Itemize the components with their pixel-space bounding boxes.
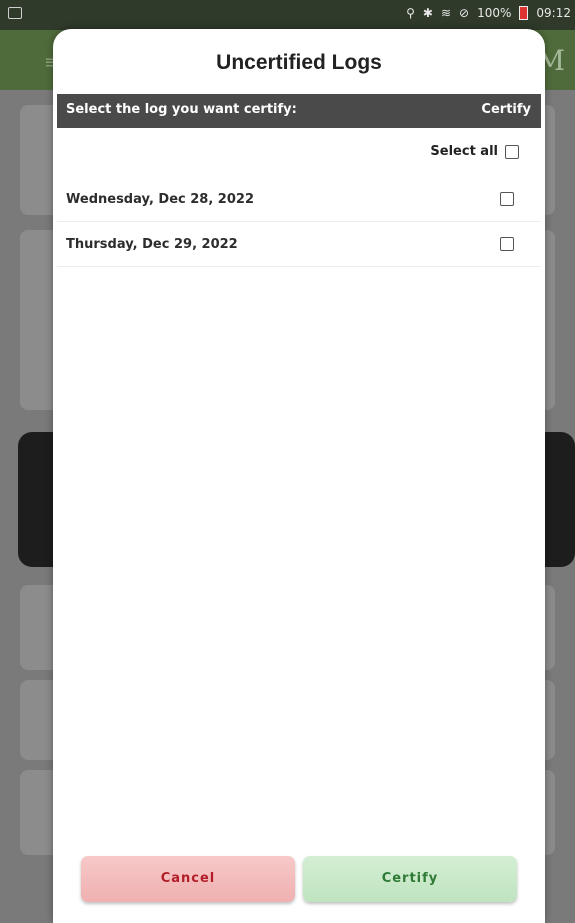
select-all-row[interactable]: Select all bbox=[430, 144, 519, 159]
log-date: Wednesday, Dec 28, 2022 bbox=[66, 192, 254, 207]
uncertified-logs-dialog: Uncertified Logs Select the log you want… bbox=[53, 29, 545, 923]
select-all-checkbox[interactable] bbox=[505, 144, 519, 159]
dialog-header-bar: Select the log you want certify: Certify bbox=[57, 94, 541, 128]
log-row[interactable]: Thursday, Dec 29, 2022 bbox=[57, 222, 541, 267]
log-checkbox[interactable] bbox=[500, 237, 514, 251]
location-icon: ⚲ bbox=[406, 6, 415, 20]
cancel-button[interactable]: Cancel bbox=[81, 856, 295, 902]
log-checkbox[interactable] bbox=[500, 192, 514, 206]
status-icons: ⚲ ✱ ≋ ⊘ 100% 09:12 bbox=[406, 6, 571, 20]
dialog-title: Uncertified Logs bbox=[216, 51, 382, 74]
notification-icon bbox=[8, 7, 22, 19]
do-not-disturb-icon: ⊘ bbox=[459, 6, 470, 20]
select-all-label: Select all bbox=[430, 144, 498, 159]
clock: 09:12 bbox=[536, 6, 571, 20]
battery-icon bbox=[519, 6, 529, 20]
bluetooth-icon: ✱ bbox=[422, 6, 433, 20]
certify-column-header: Certify bbox=[481, 102, 531, 117]
battery-percent: 100% bbox=[477, 6, 512, 20]
instruction-text: Select the log you want certify: bbox=[66, 102, 297, 117]
wifi-icon: ≋ bbox=[440, 6, 452, 20]
certify-button[interactable]: Certify bbox=[303, 856, 517, 902]
status-bar: ⚲ ✱ ≋ ⊘ 100% 09:12 bbox=[0, 0, 575, 30]
log-date: Thursday, Dec 29, 2022 bbox=[66, 237, 238, 252]
log-row[interactable]: Wednesday, Dec 28, 2022 bbox=[57, 177, 541, 222]
